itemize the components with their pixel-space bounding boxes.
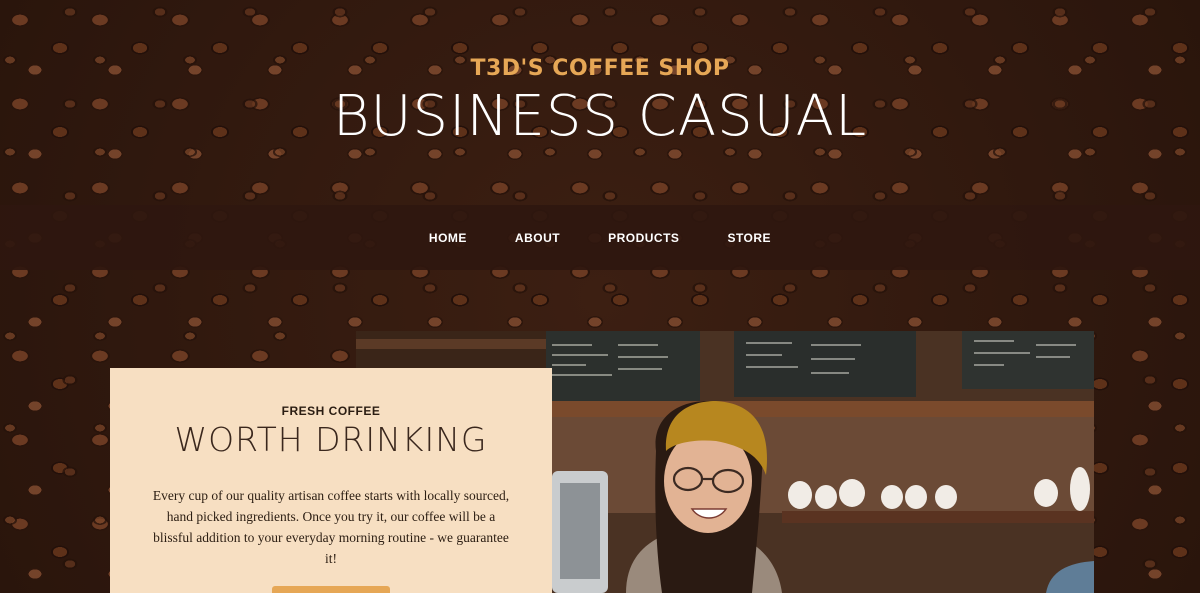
site-heading: T3D'S COFFEE SHOP BUSINESS CASUAL [0,0,1200,205]
intro-box: FRESH COFFEE WORTH DRINKING Every cup of… [110,368,552,593]
intro-heading-lower: WORTH DRINKING [174,420,488,459]
nav-item-products[interactable]: PRODUCTS [608,231,679,245]
main-navbar: HOME ABOUT PRODUCTS STORE [0,205,1200,270]
nav-item-store[interactable]: STORE [727,231,771,245]
intro-text: Every cup of our quality artisan coffee … [152,488,510,566]
nav-item-about[interactable]: ABOUT [515,231,560,245]
nav-item-home[interactable]: HOME [429,231,467,245]
site-heading-upper: T3D'S COFFEE SHOP [470,56,730,81]
site-heading-lower: BUSINESS CASUAL [332,84,868,149]
visit-us-button[interactable] [272,586,390,593]
intro-heading-upper: FRESH COFFEE [281,404,381,418]
